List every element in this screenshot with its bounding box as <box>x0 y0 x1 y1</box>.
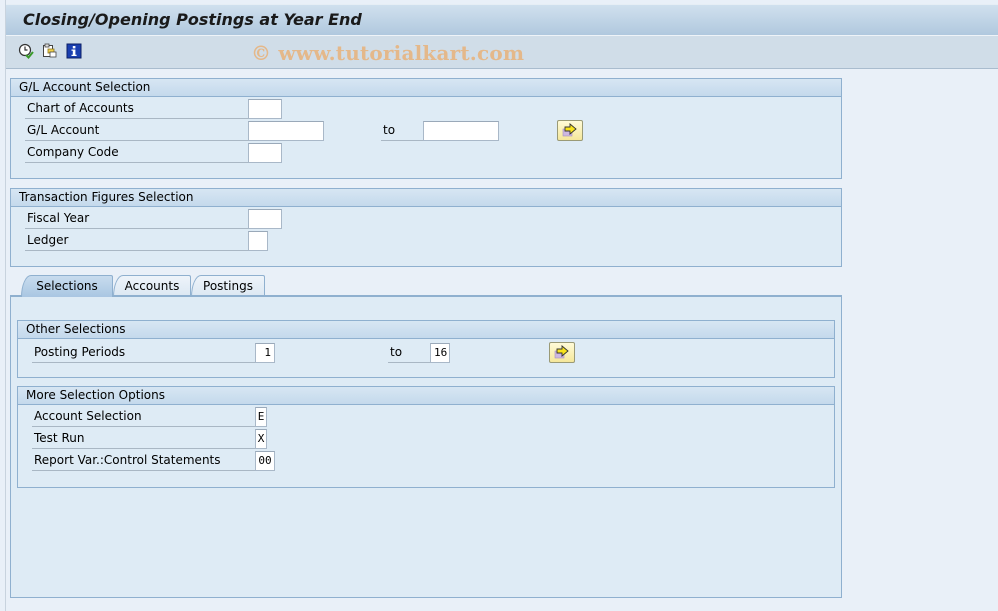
gl-account-label: G/L Account <box>25 121 258 141</box>
tab-postings[interactable]: Postings <box>191 275 265 297</box>
fiscal-year-input[interactable] <box>248 209 282 229</box>
test-run-label: Test Run <box>32 429 257 449</box>
chart-of-accounts-label: Chart of Accounts <box>25 99 258 119</box>
test-run-input[interactable]: X <box>255 429 267 449</box>
report-var-control-statements-label: Report Var.:Control Statements <box>32 451 257 471</box>
tab-selections[interactable]: Selections <box>21 275 113 297</box>
more-selection-options-group: More Selection Options Account Selection… <box>17 386 835 488</box>
company-code-input[interactable] <box>248 143 282 163</box>
report-var-control-statements-input[interactable]: 00 <box>255 451 275 471</box>
other-selections-group: Other Selections Posting Periods 1 to 16 <box>17 320 835 378</box>
group-title: Transaction Figures Selection <box>11 189 841 207</box>
page-title: Closing/Opening Postings at Year End <box>23 10 362 29</box>
application-toolbar: © www.tutorialkart.com <box>6 35 998 69</box>
multiple-selection-arrow-icon <box>562 123 577 137</box>
account-selection-label: Account Selection <box>32 407 257 427</box>
tab-accounts[interactable]: Accounts <box>113 275 191 297</box>
gl-account-to-input[interactable] <box>423 121 499 141</box>
get-variant-icon[interactable] <box>42 43 58 59</box>
gl-account-selection-group: G/L Account Selection Chart of Accounts … <box>10 78 842 179</box>
gl-account-multiple-selection-button[interactable] <box>557 120 583 141</box>
watermark: © www.tutorialkart.com <box>251 41 525 65</box>
ledger-input[interactable] <box>248 231 268 251</box>
group-title: Other Selections <box>18 321 834 339</box>
posting-period-to-label: to <box>388 343 433 363</box>
selections-tab-panel: Other Selections Posting Periods 1 to 16… <box>10 295 842 598</box>
account-selection-input[interactable]: E <box>255 407 267 427</box>
posting-period-from-input[interactable]: 1 <box>255 343 275 363</box>
chart-of-accounts-input[interactable] <box>248 99 282 119</box>
posting-periods-label: Posting Periods <box>32 343 257 363</box>
multiple-selection-arrow-icon <box>554 345 569 359</box>
posting-period-to-input[interactable]: 16 <box>430 343 450 363</box>
posting-periods-multiple-selection-button[interactable] <box>549 342 575 363</box>
title-bar: Closing/Opening Postings at Year End <box>6 4 998 35</box>
fiscal-year-label: Fiscal Year <box>25 209 258 229</box>
company-code-label: Company Code <box>25 143 258 163</box>
ledger-label: Ledger <box>25 231 258 251</box>
gl-account-from-input[interactable] <box>248 121 324 141</box>
transaction-figures-selection-group: Transaction Figures Selection Fiscal Yea… <box>10 188 842 267</box>
window-edge <box>5 0 6 611</box>
group-title: G/L Account Selection <box>11 79 841 97</box>
execute-icon[interactable] <box>18 43 34 59</box>
group-title: More Selection Options <box>18 387 834 405</box>
information-icon[interactable] <box>66 43 82 59</box>
